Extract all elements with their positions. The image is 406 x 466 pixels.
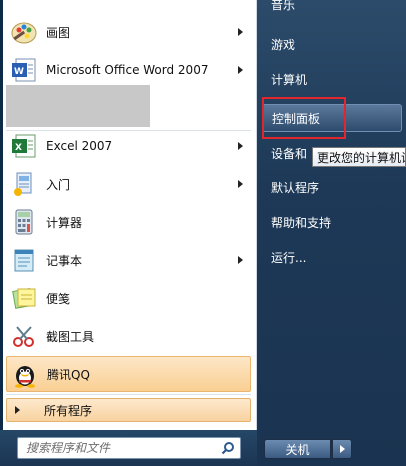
place-label: 帮助和支持 — [271, 215, 332, 230]
excel-icon: X — [8, 130, 40, 162]
program-item-excel[interactable]: X Excel 2007 — [6, 128, 251, 164]
program-label: 记事本 — [46, 253, 83, 268]
svg-text:X: X — [15, 143, 22, 153]
program-item-sticky-notes[interactable]: 便笺 — [6, 280, 251, 316]
qq-icon — [9, 358, 41, 390]
start-menu: 画图 W Microsoft Office Word 2007 X Excel … — [0, 0, 406, 466]
place-item-computer[interactable]: 计算机 — [262, 67, 402, 91]
program-item-getting-started[interactable]: 入门 — [6, 166, 251, 202]
place-item-help-support[interactable]: 帮助和支持 — [262, 210, 402, 234]
place-item-games[interactable]: 游戏 — [262, 32, 402, 56]
place-item-music[interactable]: 音乐 — [262, 0, 402, 16]
submenu-arrow-icon[interactable] — [238, 66, 243, 74]
notepad-icon — [8, 244, 40, 276]
search-input[interactable] — [24, 440, 219, 456]
search-icon[interactable] — [219, 439, 237, 457]
program-item-paint[interactable]: 画图 — [6, 14, 251, 50]
place-label: 计算机 — [271, 72, 308, 87]
program-item-snipping-tool[interactable]: 截图工具 — [6, 318, 251, 354]
program-item-word[interactable]: W Microsoft Office Word 2007 — [6, 52, 251, 88]
submenu-arrow-icon[interactable] — [238, 28, 243, 36]
calculator-icon — [8, 206, 40, 238]
program-label: 便笺 — [46, 291, 71, 306]
submenu-arrow-icon[interactable] — [238, 142, 243, 150]
place-item-default-programs[interactable]: 默认程序 — [262, 175, 402, 199]
place-item-run[interactable]: 运行... — [262, 245, 402, 269]
all-programs-button[interactable]: 所有程序 — [6, 398, 251, 422]
program-item-qq[interactable]: 腾讯QQ — [6, 356, 251, 392]
redacted-item — [6, 85, 150, 127]
program-label: 计算器 — [46, 215, 83, 230]
svg-text:W: W — [14, 67, 24, 77]
shutdown-button[interactable]: 关机 — [264, 439, 331, 459]
search-box[interactable] — [17, 437, 241, 459]
program-label: 画图 — [46, 25, 71, 40]
place-label: 默认程序 — [271, 180, 320, 195]
sticky-notes-icon — [8, 282, 40, 314]
shutdown-options-button[interactable] — [332, 439, 352, 459]
program-label: Microsoft Office Word 2007 — [46, 63, 209, 77]
word-icon: W — [8, 54, 40, 86]
program-item-calculator[interactable]: 计算器 — [6, 204, 251, 240]
paint-icon — [8, 16, 40, 48]
tooltip: 更改您的计算机设 — [312, 147, 406, 167]
snipping-tool-icon — [8, 320, 40, 352]
shutdown-group: 关机 — [264, 439, 352, 459]
submenu-arrow-icon[interactable] — [238, 180, 243, 188]
program-label: Excel 2007 — [46, 139, 113, 153]
separator — [6, 394, 251, 395]
program-item-notepad[interactable]: 记事本 — [6, 242, 251, 278]
chevron-right-icon — [339, 445, 345, 453]
all-programs-label: 所有程序 — [44, 403, 93, 418]
annotation-highlight-box — [262, 97, 346, 139]
program-label: 入门 — [46, 177, 71, 192]
chevron-right-icon — [15, 406, 20, 414]
place-label: 音乐 — [271, 0, 296, 12]
program-label: 截图工具 — [46, 329, 95, 344]
getting-started-icon — [8, 168, 40, 200]
submenu-arrow-icon[interactable] — [238, 256, 243, 264]
place-label: 运行... — [271, 250, 307, 265]
place-label: 设备和 — [271, 146, 308, 161]
place-label: 游戏 — [271, 37, 296, 52]
program-label: 腾讯QQ — [47, 367, 90, 382]
